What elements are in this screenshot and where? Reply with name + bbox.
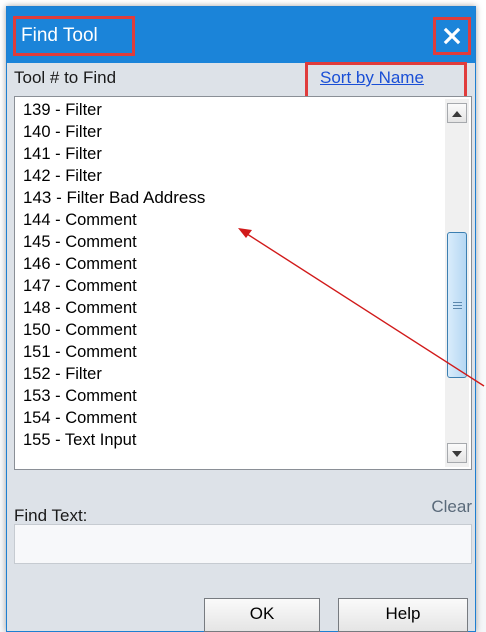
sort-by-name-link[interactable]: Sort by Name <box>320 68 424 88</box>
scroll-thumb[interactable] <box>447 232 467 378</box>
find-text-label: Find Text: <box>14 506 88 525</box>
list-item[interactable]: 151 - Comment <box>23 341 441 363</box>
tool-list-items: 139 - Filter 140 - Filter 141 - Filter 1… <box>23 99 441 451</box>
list-item[interactable]: 144 - Comment <box>23 209 441 231</box>
list-item[interactable]: 150 - Comment <box>23 319 441 341</box>
help-button[interactable]: Help <box>338 598 468 632</box>
list-item[interactable]: 141 - Filter <box>23 143 441 165</box>
list-item[interactable]: 147 - Comment <box>23 275 441 297</box>
scroll-down-button[interactable] <box>447 443 467 463</box>
scroll-up-button[interactable] <box>447 103 467 123</box>
list-item[interactable]: 146 - Comment <box>23 253 441 275</box>
triangle-up-icon <box>452 104 462 122</box>
ok-button[interactable]: OK <box>204 598 320 632</box>
tool-listbox[interactable]: 139 - Filter 140 - Filter 141 - Filter 1… <box>14 96 472 470</box>
list-item[interactable]: 140 - Filter <box>23 121 441 143</box>
grip-icon <box>452 301 462 309</box>
list-item[interactable]: 154 - Comment <box>23 407 441 429</box>
vertical-scrollbar[interactable] <box>445 99 469 467</box>
close-icon <box>443 27 461 45</box>
list-item[interactable]: 139 - Filter <box>23 99 441 121</box>
window-title: Find Tool <box>13 16 135 56</box>
list-item[interactable]: 155 - Text Input <box>23 429 441 451</box>
list-item[interactable]: 153 - Comment <box>23 385 441 407</box>
list-item[interactable]: 142 - Filter <box>23 165 441 187</box>
title-bar: Find Tool <box>7 7 475 63</box>
tool-list-label: Tool # to Find <box>14 68 117 87</box>
clear-link[interactable]: Clear <box>431 497 472 517</box>
list-item[interactable]: 148 - Comment <box>23 297 441 319</box>
find-text-input[interactable] <box>14 524 472 564</box>
list-item[interactable]: 143 - Filter Bad Address <box>23 187 441 209</box>
list-item[interactable]: 145 - Comment <box>23 231 441 253</box>
close-button[interactable] <box>433 17 471 55</box>
list-item[interactable]: 152 - Filter <box>23 363 441 385</box>
triangle-down-icon <box>452 444 462 462</box>
